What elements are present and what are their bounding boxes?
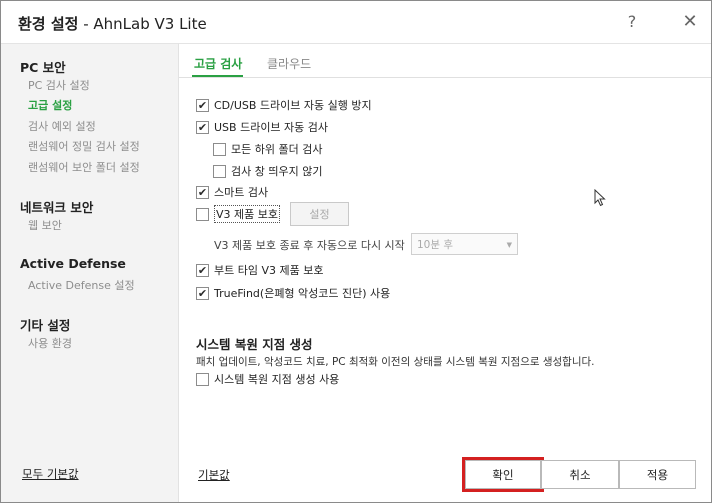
v3-protect-settings-button[interactable]: 설정	[290, 202, 349, 226]
sidebar-heading-active-defense[interactable]: Active Defense	[20, 256, 126, 271]
option-label: 스마트 검사	[214, 186, 269, 199]
option-v3-protect[interactable]: V3 제품 보호	[196, 205, 280, 223]
tab-cloud[interactable]: 클라우드	[267, 55, 311, 72]
option-usb-autoscan[interactable]: ✔ USB 드라이브 자동 검사	[196, 119, 328, 135]
option-label: TrueFind(은폐형 악성코드 진단) 사용	[214, 287, 391, 300]
option-label: USB 드라이브 자동 검사	[214, 121, 329, 134]
ok-button[interactable]: 확인	[465, 460, 541, 489]
restore-section-title: 시스템 복원 지점 생성	[196, 337, 313, 352]
option-cd-usb-autorun[interactable]: ✔ CD/USB 드라이브 자동 실행 방지	[196, 97, 372, 113]
checkbox-restore-point[interactable]	[196, 372, 209, 386]
reset-all-link[interactable]: 모두 기본값	[22, 466, 79, 482]
main-panel: 고급 검사 클라우드 ✔ CD/USB 드라이브 자동 실행 방지 ✔ USB …	[179, 43, 711, 502]
cancel-button[interactable]: 취소	[541, 460, 619, 489]
checkbox-smart-scan[interactable]: ✔	[196, 185, 209, 199]
sidebar-heading-pc-security[interactable]: PC 보안	[20, 57, 66, 76]
option-label: 모든 하위 폴더 검사	[231, 143, 323, 156]
tab-advanced-scan[interactable]: 고급 검사	[194, 55, 242, 72]
restart-delay-value: 10분 후	[417, 238, 454, 251]
sidebar-item-active-defense-settings[interactable]: Active Defense 설정	[28, 277, 135, 293]
title-bar: 환경 설정 - AhnLab V3 Lite ? ✕	[1, 1, 711, 43]
restore-section-description: 패치 업데이트, 악성코드 치료, PC 최적화 이전의 상태를 시스템 복원 …	[196, 356, 595, 368]
sidebar-item-ransomware-folder[interactable]: 랜섬웨어 보안 폴더 설정	[28, 159, 140, 175]
option-label: 부트 타임 V3 제품 보호	[214, 264, 324, 277]
mouse-cursor-icon	[594, 189, 606, 207]
window-title: 환경 설정 - AhnLab V3 Lite	[18, 13, 207, 34]
restart-delay-select[interactable]: 10분 후 ▼	[411, 233, 518, 255]
option-label: 검사 창 띄우지 않기	[231, 165, 323, 178]
checkbox-v3-protect[interactable]	[196, 207, 209, 221]
option-all-subfolders[interactable]: 모든 하위 폴더 검사	[213, 141, 322, 157]
checkbox-truefind[interactable]: ✔	[196, 286, 209, 300]
option-label: 시스템 복원 지점 생성 사용	[214, 373, 340, 386]
check-icon: ✔	[197, 120, 208, 134]
check-icon: ✔	[197, 263, 208, 277]
checkbox-usb-autoscan[interactable]: ✔	[196, 120, 209, 134]
sidebar: PC 보안 PC 검사 설정 고급 설정 검사 예외 설정 랜섬웨어 정밀 검사…	[1, 43, 179, 502]
reset-defaults-link[interactable]: 기본값	[198, 467, 230, 483]
checkbox-boot-time-protect[interactable]: ✔	[196, 263, 209, 277]
option-restore-point[interactable]: 시스템 복원 지점 생성 사용	[196, 371, 339, 387]
check-icon: ✔	[197, 185, 208, 199]
sidebar-item-ransomware-scan[interactable]: 랜섬웨어 정밀 검사 설정	[28, 138, 140, 154]
window-title-bold: 환경 설정	[18, 15, 79, 33]
option-truefind[interactable]: ✔ TrueFind(은폐형 악성코드 진단) 사용	[196, 285, 390, 301]
option-smart-scan[interactable]: ✔ 스마트 검사	[196, 184, 268, 200]
apply-button[interactable]: 적용	[619, 460, 696, 489]
option-label: V3 제품 보호	[214, 205, 280, 223]
option-label: CD/USB 드라이브 자동 실행 방지	[214, 99, 372, 112]
sidebar-item-advanced-settings[interactable]: 고급 설정	[28, 97, 72, 113]
sidebar-heading-network-security[interactable]: 네트워크 보안	[20, 197, 93, 216]
close-icon[interactable]: ✕	[679, 11, 701, 33]
check-icon: ✔	[197, 98, 208, 112]
option-no-scan-window[interactable]: 검사 창 띄우지 않기	[213, 163, 322, 179]
option-boot-time-protect[interactable]: ✔ 부트 타임 V3 제품 보호	[196, 262, 323, 278]
tab-divider	[179, 77, 711, 78]
checkbox-cd-usb-autorun[interactable]: ✔	[196, 98, 209, 112]
sidebar-item-web-security[interactable]: 웹 보안	[28, 217, 62, 233]
checkbox-all-subfolders[interactable]	[213, 142, 226, 156]
sidebar-heading-other-settings[interactable]: 기타 설정	[20, 315, 70, 334]
restart-label: V3 제품 보호 종료 후 자동으로 다시 시작	[214, 239, 405, 252]
settings-window: 환경 설정 - AhnLab V3 Lite ? ✕ PC 보안 PC 검사 설…	[0, 0, 712, 503]
window-title-app: - AhnLab V3 Lite	[78, 15, 207, 33]
help-icon[interactable]: ?	[621, 11, 643, 33]
checkbox-no-scan-window[interactable]	[213, 164, 226, 178]
chevron-down-icon: ▼	[506, 241, 512, 249]
check-icon: ✔	[197, 286, 208, 300]
sidebar-item-environment[interactable]: 사용 환경	[28, 335, 72, 351]
sidebar-item-pc-scan-settings[interactable]: PC 검사 설정	[28, 77, 90, 93]
sidebar-item-scan-exceptions[interactable]: 검사 예외 설정	[28, 118, 96, 134]
